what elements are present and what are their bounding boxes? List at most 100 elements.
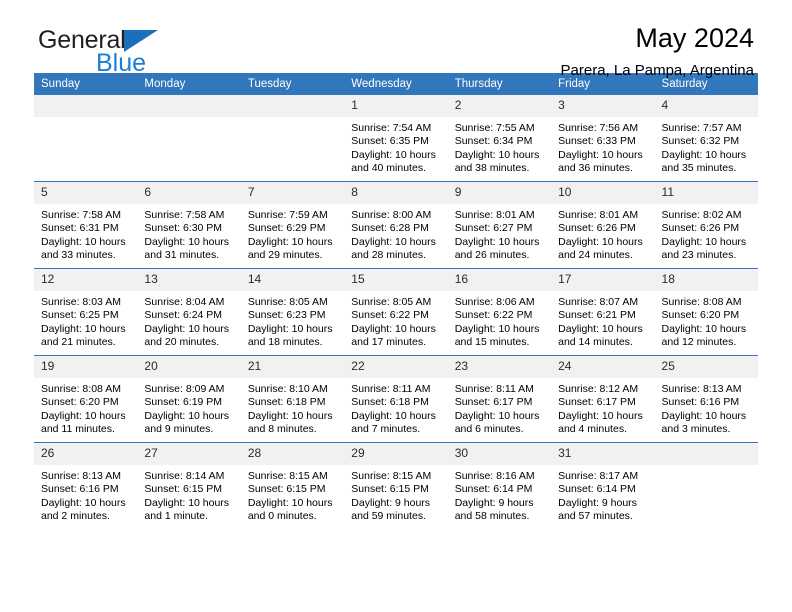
calendar-day-cell[interactable]: 28 Sunrise: 8:15 AM Sunset: 6:15 PM Dayligh… [240,442,345,529]
daylight-duration-line2: and 57 minutes. [558,510,633,523]
daylight-duration-line1: Daylight: 10 hours [41,322,126,335]
daylight-duration-line1: Daylight: 10 hours [558,322,643,335]
day-number: 31 [551,443,655,465]
day-number [654,443,758,465]
calendar-day-cell[interactable]: 19 Sunrise: 8:08 AM Sunset: 6:20 PM Dayligh… [34,355,138,443]
sunrise-time: Sunrise: 8:13 AM [661,383,742,395]
sunrise-time: Sunrise: 8:03 AM [41,296,121,308]
day-details: Sunrise: 8:01 AM Sunset: 6:26 PM Daylight:… [551,204,654,263]
daylight-duration-line2: and 18 minutes. [247,336,323,349]
day-details: Sunrise: 8:13 AM Sunset: 6:16 PM Daylight:… [34,465,137,524]
day-details: Sunrise: 8:15 AM Sunset: 6:15 PM Daylight:… [344,465,447,524]
day-details: Sunrise: 8:08 AM Sunset: 6:20 PM Daylight:… [655,291,758,350]
day-details: Sunrise: 8:11 AM Sunset: 6:17 PM Daylight:… [448,378,551,437]
calendar-day-cell[interactable]: 27 Sunrise: 8:14 AM Sunset: 6:15 PM Dayligh… [137,442,241,529]
day-number: 12 [34,269,138,291]
daylight-duration-line2: and 3 minutes. [661,423,731,436]
calendar-day-cell[interactable]: 10 Sunrise: 8:01 AM Sunset: 6:26 PM Dayligh… [551,181,655,269]
calendar-day-cell[interactable]: 11 Sunrise: 8:02 AM Sunset: 6:26 PM Dayligh… [654,181,758,269]
calendar-day-cell[interactable]: 1 Sunrise: 7:54 AM Sunset: 6:35 PM Daylight… [344,95,448,182]
general-blue-logo[interactable]: General Blue [38,28,238,80]
day-details: Sunrise: 8:12 AM Sunset: 6:17 PM Daylight:… [551,378,654,437]
day-number: 1 [344,95,448,117]
sunset-time: Sunset: 6:16 PM [41,483,119,496]
calendar-day-cell[interactable]: 23 Sunrise: 8:11 AM Sunset: 6:17 PM Dayligh… [447,355,552,443]
day-details: Sunrise: 7:57 AM Sunset: 6:32 PM Daylight:… [655,117,758,176]
sunrise-time: Sunrise: 8:15 AM [247,470,328,482]
sunrise-time: Sunrise: 8:04 AM [144,296,225,308]
day-number: 2 [447,95,552,117]
sunrise-time: Sunrise: 7:55 AM [454,122,535,134]
calendar-day-cell[interactable]: 13 Sunrise: 8:04 AM Sunset: 6:24 PM Dayligh… [137,268,241,356]
calendar-day-cell[interactable]: 18 Sunrise: 8:08 AM Sunset: 6:20 PM Dayligh… [654,268,758,356]
day-number [34,95,138,117]
day-details: Sunrise: 8:16 AM Sunset: 6:14 PM Daylight:… [448,465,551,524]
sunset-time: Sunset: 6:16 PM [661,396,740,409]
calendar-day-cell[interactable]: 22 Sunrise: 8:11 AM Sunset: 6:18 PM Dayligh… [344,355,448,443]
day-number: 17 [551,269,655,291]
calendar-day-cell[interactable]: 7 Sunrise: 7:59 AM Sunset: 6:29 PM Daylight… [240,181,345,269]
calendar-day-cell[interactable]: 5 Sunrise: 7:58 AM Sunset: 6:31 PM Daylight… [34,181,138,269]
sunset-time: Sunset: 6:32 PM [661,135,740,148]
calendar-day-cell[interactable]: 21 Sunrise: 8:10 AM Sunset: 6:18 PM Dayligh… [240,355,345,443]
daylight-duration-line2: and 36 minutes. [558,162,633,175]
calendar-day-cell[interactable]: 3 Sunrise: 7:56 AM Sunset: 6:33 PM Daylight… [551,95,655,182]
calendar-day-cell[interactable]: 24 Sunrise: 8:12 AM Sunset: 6:17 PM Dayligh… [551,355,655,443]
sunset-time: Sunset: 6:18 PM [247,396,326,409]
calendar-week-row: 26 Sunrise: 8:13 AM Sunset: 6:16 PM Dayligh… [34,442,758,529]
daylight-duration-line2: and 26 minutes. [454,249,530,262]
sunset-time: Sunset: 6:18 PM [351,396,429,409]
sunrise-time: Sunrise: 8:05 AM [247,296,328,308]
calendar-day-cell[interactable]: 6 Sunrise: 7:58 AM Sunset: 6:30 PM Daylight… [137,181,241,269]
calendar-week-row: 19 Sunrise: 8:08 AM Sunset: 6:20 PM Dayligh… [34,355,758,443]
calendar-day-cell[interactable]: 29 Sunrise: 8:15 AM Sunset: 6:15 PM Dayligh… [344,442,448,529]
calendar-day-cell[interactable]: 9 Sunrise: 8:01 AM Sunset: 6:27 PM Daylight… [447,181,552,269]
calendar-day-cell[interactable]: 31 Sunrise: 8:17 AM Sunset: 6:14 PM Dayligh… [551,442,655,529]
calendar-day-cell[interactable]: 2 Sunrise: 7:55 AM Sunset: 6:34 PM Daylight… [447,95,552,182]
calendar-day-cell[interactable]: 8 Sunrise: 8:00 AM Sunset: 6:28 PM Daylight… [344,181,448,269]
weekday-header-wednesday: Wednesday [344,73,448,95]
day-details: Sunrise: 8:14 AM Sunset: 6:15 PM Daylight:… [137,465,240,524]
calendar-day-cell[interactable]: 30 Sunrise: 8:16 AM Sunset: 6:14 PM Dayligh… [447,442,552,529]
daylight-duration-line2: and 40 minutes. [351,162,426,175]
sunrise-time: Sunrise: 8:11 AM [454,383,534,395]
calendar-day-cell[interactable]: 25 Sunrise: 8:13 AM Sunset: 6:16 PM Dayligh… [654,355,758,443]
day-details: Sunrise: 8:07 AM Sunset: 6:21 PM Daylight:… [551,291,654,350]
calendar-day-cell[interactable]: 16 Sunrise: 8:06 AM Sunset: 6:22 PM Dayligh… [447,268,552,356]
daylight-duration-line1: Daylight: 10 hours [247,409,333,422]
sunrise-time: Sunrise: 7:57 AM [661,122,742,134]
sunset-time: Sunset: 6:28 PM [351,222,429,235]
day-number: 24 [551,356,655,378]
day-number: 22 [344,356,448,378]
daylight-duration-line1: Daylight: 10 hours [351,409,436,422]
calendar-day-cell[interactable]: 14 Sunrise: 8:05 AM Sunset: 6:23 PM Dayligh… [240,268,345,356]
daylight-duration-line1: Daylight: 10 hours [558,409,643,422]
calendar-week-row: 5 Sunrise: 7:58 AM Sunset: 6:31 PM Daylight… [34,181,758,269]
calendar-day-cell[interactable]: 20 Sunrise: 8:09 AM Sunset: 6:19 PM Dayligh… [137,355,241,443]
daylight-duration-line2: and 20 minutes. [144,336,220,349]
day-number: 15 [344,269,448,291]
sunset-time: Sunset: 6:22 PM [454,309,533,322]
calendar-day-cell[interactable]: 4 Sunrise: 7:57 AM Sunset: 6:32 PM Daylight… [654,95,758,182]
daylight-duration-line2: and 11 minutes. [41,423,115,436]
day-details: Sunrise: 8:05 AM Sunset: 6:22 PM Daylight:… [344,291,447,350]
sunset-time: Sunset: 6:26 PM [558,222,636,235]
day-number: 28 [240,443,345,465]
calendar-day-cell[interactable]: 12 Sunrise: 8:03 AM Sunset: 6:25 PM Dayligh… [34,268,138,356]
calendar-day-cell[interactable]: 15 Sunrise: 8:05 AM Sunset: 6:22 PM Dayligh… [344,268,448,356]
daylight-duration-line2: and 2 minutes. [41,510,110,523]
sunset-time: Sunset: 6:14 PM [558,483,636,496]
sunrise-time: Sunrise: 8:13 AM [41,470,121,482]
daylight-duration-line1: Daylight: 10 hours [247,235,333,248]
sunrise-time: Sunrise: 8:14 AM [144,470,225,482]
daylight-duration-line2: and 33 minutes. [41,249,116,262]
calendar-day-cell[interactable]: 17 Sunrise: 8:07 AM Sunset: 6:21 PM Dayligh… [551,268,655,356]
daylight-duration-line2: and 12 minutes. [661,336,737,349]
daylight-duration-line2: and 31 minutes. [144,249,220,262]
calendar-day-cell[interactable]: 26 Sunrise: 8:13 AM Sunset: 6:16 PM Dayligh… [34,442,138,529]
daylight-duration-line1: Daylight: 10 hours [144,322,230,335]
day-details: Sunrise: 7:58 AM Sunset: 6:30 PM Daylight:… [137,204,240,263]
day-details: Sunrise: 8:04 AM Sunset: 6:24 PM Daylight:… [137,291,240,350]
day-details: Sunrise: 8:09 AM Sunset: 6:19 PM Daylight:… [137,378,240,437]
daylight-duration-line2: and 4 minutes. [558,423,627,436]
